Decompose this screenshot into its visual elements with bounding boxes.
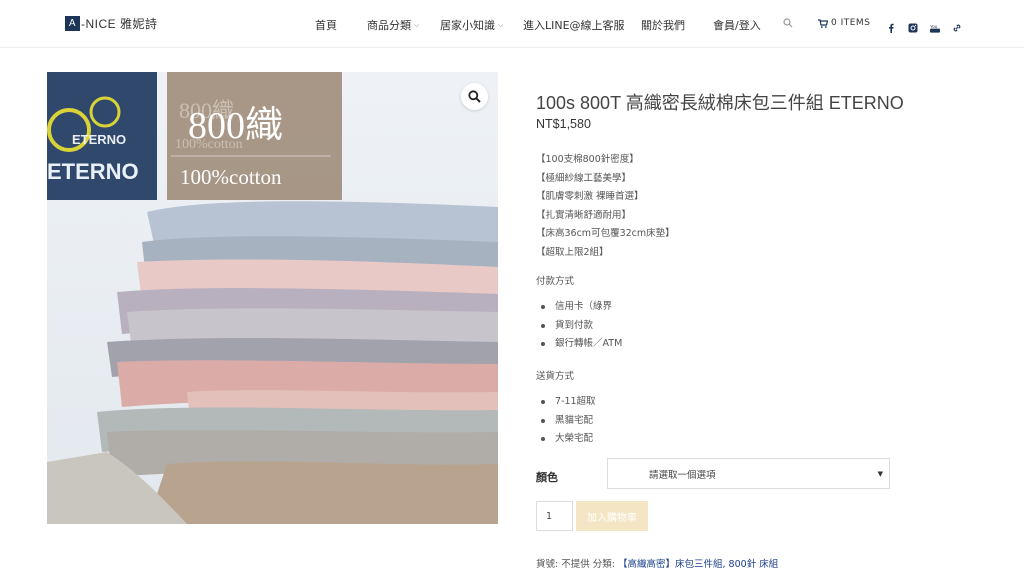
payment-heading: 付款方式 [536, 276, 575, 287]
shipping-item: 黑貓宅配 [541, 412, 596, 431]
feature-list: 【100支棉800針密度】 【極細紗線工藝美學】 【肌膚零刺激 裸睡首選】 【扎… [536, 151, 675, 263]
shipping-list: 7-11超取 黑貓宅配 大榮宅配 [541, 393, 596, 449]
nav-category-label: 商品分類 [367, 19, 411, 32]
logo-brand-main: ETERNO [47, 159, 139, 184]
payment-item: 銀行轉帳／ATM [541, 335, 622, 354]
site-header: A -NICE 雅妮詩 首頁 商品分類 ⌵ 居家小知識 ⌵ 進入LINE@線上客… [0, 0, 1024, 48]
shipping-item: 7-11超取 [541, 393, 596, 412]
chevron-down-icon: ⌵ [414, 20, 420, 29]
cart-count: 0 ITEMS [831, 18, 871, 28]
badge-main: 800織 [188, 105, 283, 147]
payment-list: 信用卡（綠界 貨到付款 銀行轉帳／ATM [541, 298, 622, 354]
nav-knowledge-label: 居家小知識 [440, 19, 495, 32]
feature-item: 【極細紗線工藝美學】 [536, 172, 632, 184]
color-label: 顏色 [536, 471, 558, 484]
product-image[interactable]: ETERNO ETERNO 800織 100%cotton 800織 100%c… [47, 72, 498, 524]
quantity-input[interactable]: 1 [536, 501, 573, 531]
link-icon[interactable] [952, 18, 962, 32]
add-to-cart-button[interactable]: 加入購物車 [576, 501, 648, 531]
logo-brand-ghost: ETERNO [72, 132, 126, 147]
payment-item: 貨到付款 [541, 317, 622, 336]
logo-text: -NICE 雅妮詩 [81, 17, 158, 31]
feature-item: 【扎實清晰舒適耐用】 [536, 209, 632, 221]
facebook-icon[interactable] [886, 18, 896, 33]
nav-knowledge[interactable]: 居家小知識 ⌵ [440, 17, 503, 33]
shipping-heading: 送貨方式 [536, 371, 575, 382]
nav-home[interactable]: 首頁 [315, 17, 337, 33]
magnifier-icon [468, 90, 481, 103]
cart-icon [818, 18, 828, 28]
svg-text:You: You [930, 24, 938, 29]
youtube-icon[interactable]: You [930, 18, 940, 33]
site-logo[interactable]: A -NICE 雅妮詩 [65, 15, 158, 32]
logo-mark: A [65, 16, 80, 31]
search-icon[interactable] [783, 18, 793, 28]
sku-label: 貨號: [536, 559, 559, 570]
product-title: 100s 800T 高織密長絨棉床包三件組 ETERNO [536, 93, 904, 113]
color-select-value: 請選取一個選項 [649, 469, 716, 481]
feature-item: 【床高36cm可包覆32cm床墊】 [536, 228, 675, 240]
color-select[interactable]: 請選取一個選項 ▼ [607, 458, 890, 489]
caret-down-icon: ▼ [877, 470, 883, 478]
instagram-icon[interactable] [908, 18, 918, 33]
payment-item: 信用卡（綠界 [541, 298, 622, 317]
feature-item: 【肌膚零刺激 裸睡首選】 [536, 191, 644, 203]
nav-category[interactable]: 商品分類 ⌵ [367, 17, 419, 33]
nav-about[interactable]: 關於我們 [641, 17, 685, 33]
shipping-item: 大榮宅配 [541, 430, 596, 449]
category-label: 分類: [592, 559, 615, 570]
feature-item: 【100支棉800針密度】 [536, 154, 639, 165]
badge-sub: 100%cotton [180, 165, 282, 189]
product-price: NT$1,580 [536, 117, 591, 131]
zoom-button[interactable] [461, 83, 488, 110]
product-meta: 貨號: 不提供 分類: 【高織高密】床包三件組, 800針 床組 [536, 556, 778, 570]
nav-line-service[interactable]: 進入LINE@線上客服 [523, 17, 625, 33]
sku-value: 不提供 [561, 559, 590, 570]
chevron-down-icon: ⌵ [498, 20, 504, 29]
category-links[interactable]: 【高織高密】床包三件組, 800針 床組 [618, 559, 778, 570]
feature-item: 【超取上限2組】 [536, 246, 609, 258]
cart-link[interactable]: 0 ITEMS [818, 18, 870, 28]
nav-member-login[interactable]: 會員/登入 [713, 17, 761, 33]
